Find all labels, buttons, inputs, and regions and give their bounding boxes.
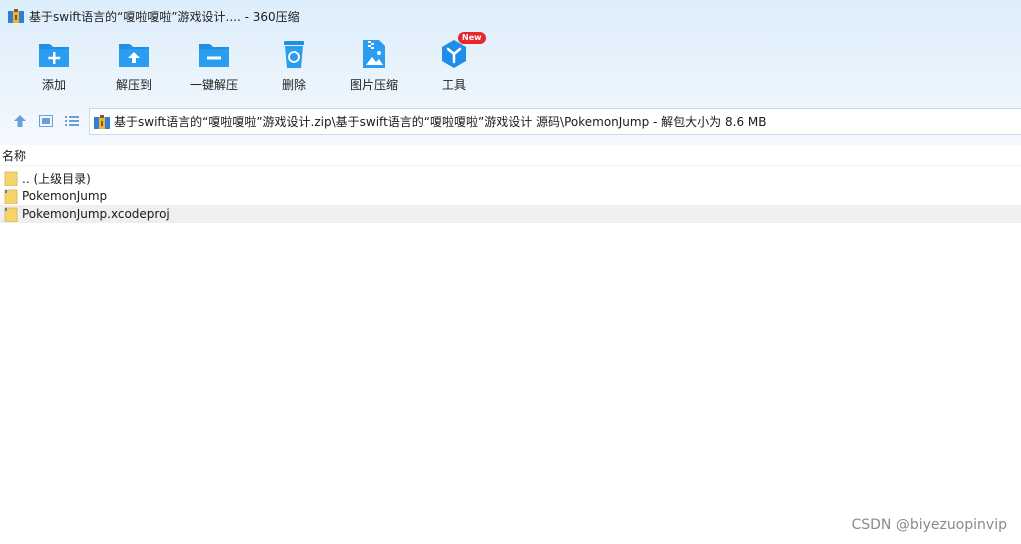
archive-icon: [94, 114, 110, 129]
add-button[interactable]: 添加: [14, 38, 94, 98]
column-header-name[interactable]: 名称: [0, 146, 1021, 166]
file-name: PokemonJump.xcodeproj: [22, 207, 170, 221]
add-button-label: 添加: [41, 78, 66, 92]
folder-icon: [4, 207, 18, 222]
new-badge: New: [458, 32, 486, 44]
address-path: 基于swift语言的“嗄啦嗄啦”游戏设计.zip\基于swift语言的“嗄啦嗄啦…: [114, 115, 767, 129]
one-click-extract-button[interactable]: 一键解压: [174, 38, 254, 98]
app-window: 基于swift语言的“嗄啦嗄啦”游戏设计.... - 360压缩 添加 解压到 …: [0, 0, 1021, 544]
file-row-pokemonjump-xcodeproj[interactable]: PokemonJump.xcodeproj: [0, 205, 1021, 223]
address-bar[interactable]: 基于swift语言的“嗄啦嗄啦”游戏设计.zip\基于swift语言的“嗄啦嗄啦…: [89, 108, 1021, 135]
recycle-bin-icon: [278, 38, 310, 70]
list-view-icon: [65, 116, 79, 126]
column-header-name-label: 名称: [2, 149, 27, 163]
navigation-bar: 基于swift语言的“嗄啦嗄啦”游戏设计.zip\基于swift语言的“嗄啦嗄啦…: [0, 108, 1021, 135]
delete-button[interactable]: 删除: [254, 38, 334, 98]
extract-to-icon: [118, 38, 150, 70]
tools-button-label: 工具: [441, 78, 466, 92]
one-click-extract-button-label: 一键解压: [189, 78, 238, 92]
archive-app-icon: [8, 9, 24, 23]
watermark: CSDN @biyezuopinvip: [851, 517, 1007, 533]
extract-to-button[interactable]: 解压到: [94, 38, 174, 98]
view-thumbnail-button[interactable]: [37, 112, 55, 130]
delete-button-label: 删除: [281, 78, 306, 92]
file-row-pokemonjump[interactable]: PokemonJump: [0, 187, 1021, 205]
folder-icon: [4, 189, 18, 204]
arrow-up-icon: [14, 115, 26, 127]
thumbnail-view-icon: [39, 115, 53, 127]
view-list-button[interactable]: [63, 112, 81, 130]
one-click-extract-icon: [198, 38, 230, 70]
window-title: 基于swift语言的“嗄啦嗄啦”游戏设计.... - 360压缩: [29, 9, 300, 24]
folder-icon: [4, 171, 18, 186]
file-row-parent-directory[interactable]: .. (上级目录): [0, 169, 1021, 187]
title-bar[interactable]: 基于swift语言的“嗄啦嗄啦”游戏设计.... - 360压缩: [0, 0, 1021, 32]
extract-to-button-label: 解压到: [115, 78, 152, 92]
up-level-button[interactable]: [11, 112, 29, 130]
file-name: PokemonJump: [22, 189, 108, 203]
main-toolbar: 添加 解压到 一键解压 删除 图片压缩 New 工具: [14, 32, 494, 98]
image-compress-button-label: 图片压缩: [349, 78, 398, 92]
file-list: .. (上级目录) PokemonJump PokemonJump.xcodep…: [0, 169, 1021, 223]
image-compress-button[interactable]: 图片压缩: [334, 38, 414, 98]
add-folder-icon: [38, 38, 70, 70]
image-compress-icon: [358, 38, 390, 70]
file-name: .. (上级目录): [22, 171, 91, 186]
tools-button[interactable]: New 工具: [414, 32, 494, 98]
